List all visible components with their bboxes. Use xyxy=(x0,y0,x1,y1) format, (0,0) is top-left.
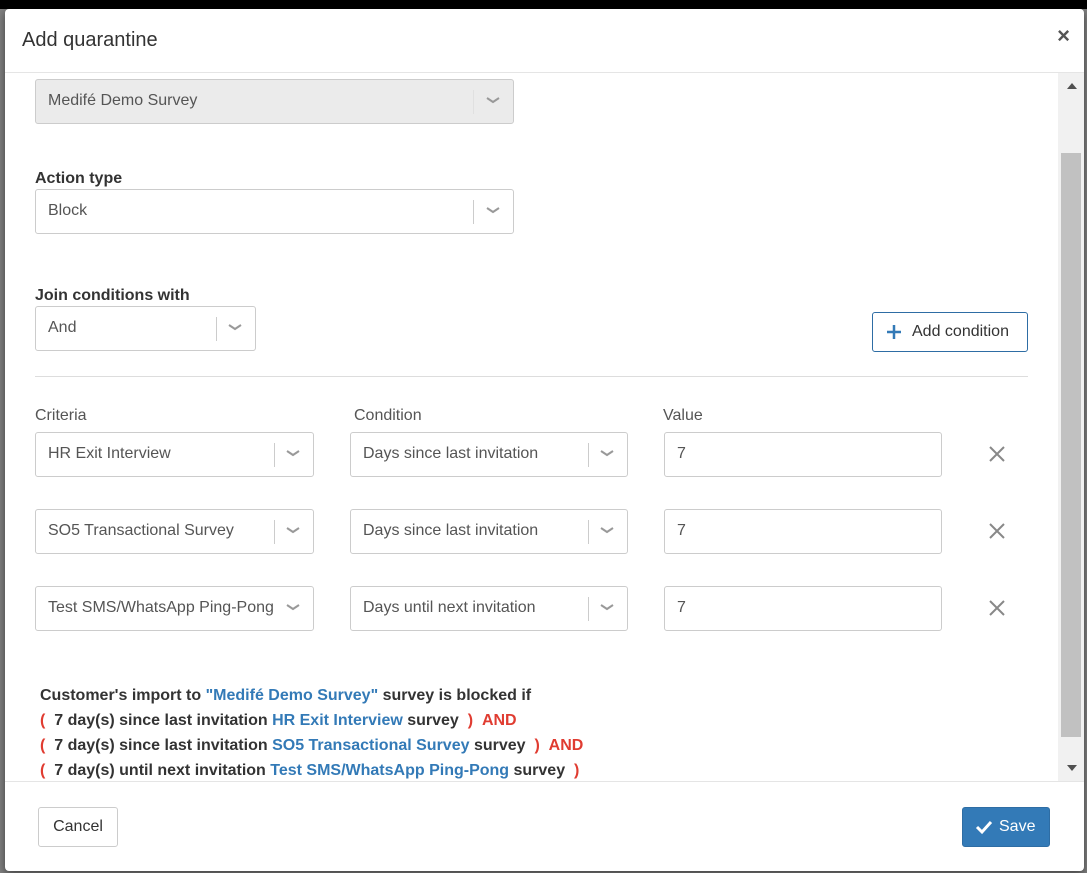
value-input-text: 7 xyxy=(677,599,686,616)
join-conditions-select[interactable]: And xyxy=(35,306,256,351)
select-separator xyxy=(588,443,589,467)
join-conditions-value: And xyxy=(48,319,77,336)
close-paren: ) xyxy=(534,737,540,754)
condition-select[interactable]: Days until next invitation xyxy=(350,586,628,631)
add-quarantine-modal: Add quarantine × Medifé Demo Survey Acti… xyxy=(5,9,1084,871)
plus-icon xyxy=(887,325,901,339)
action-type-select[interactable]: Block xyxy=(35,189,514,234)
summary-survey-name: "Medifé Demo Survey" xyxy=(205,687,379,704)
select-separator xyxy=(473,200,474,224)
close-button[interactable]: × xyxy=(1057,25,1070,47)
condition-survey: Test SMS/WhatsApp Ping-Pong xyxy=(270,762,510,779)
divider xyxy=(35,376,1028,377)
survey-select-value: Medifé Demo Survey xyxy=(48,92,198,109)
select-separator xyxy=(274,443,275,467)
criteria-select[interactable]: Test SMS/WhatsApp Ping-Pong xyxy=(35,586,314,631)
scroll-thumb[interactable] xyxy=(1061,153,1081,737)
top-bar xyxy=(0,0,1087,9)
join-operator: AND xyxy=(548,737,584,754)
value-input-text: 7 xyxy=(677,522,686,539)
condition-survey: HR Exit Interview xyxy=(272,712,403,729)
condition-survey: SO5 Transactional Survey xyxy=(272,737,470,754)
chevron-down-icon xyxy=(286,527,300,534)
open-paren: ( xyxy=(40,737,46,754)
remove-condition-close-icon[interactable] xyxy=(987,521,1007,541)
summary-condition-line: ( 7 day(s) until next invitation Test SM… xyxy=(40,762,579,780)
condition-text: 7 day(s) until next invitation xyxy=(49,762,271,779)
remove-condition-close-icon[interactable] xyxy=(987,598,1007,618)
close-paren: ) xyxy=(574,762,580,779)
scroll-down-arrow-icon[interactable] xyxy=(1067,765,1077,771)
modal-body: Medifé Demo Survey Action type Block Joi… xyxy=(5,73,1058,781)
remove-condition-close-icon[interactable] xyxy=(987,444,1007,464)
chevron-down-icon xyxy=(286,450,300,457)
column-header-value: Value xyxy=(663,407,703,424)
select-separator xyxy=(588,520,589,544)
open-paren: ( xyxy=(40,762,46,779)
summary-prefix: Customer's import to xyxy=(40,687,206,704)
summary-heading: Customer's import to "Medifé Demo Survey… xyxy=(40,687,531,705)
select-separator xyxy=(473,90,474,114)
save-button[interactable]: Save xyxy=(962,807,1050,847)
summary-condition-line: ( 7 day(s) since last invitation HR Exit… xyxy=(40,712,517,730)
condition-suffix: survey xyxy=(402,712,464,729)
column-header-criteria: Criteria xyxy=(35,407,87,424)
select-separator xyxy=(588,597,589,621)
join-conditions-label: Join conditions with xyxy=(35,287,190,304)
value-input[interactable]: 7 xyxy=(664,509,942,554)
chevron-down-icon xyxy=(486,97,500,104)
add-condition-button[interactable]: Add condition xyxy=(872,312,1028,352)
modal-header: Add quarantine × xyxy=(5,9,1084,73)
condition-select[interactable]: Days since last invitation xyxy=(350,432,628,477)
chevron-down-icon xyxy=(600,604,614,611)
open-paren: ( xyxy=(40,712,46,729)
chevron-down-icon xyxy=(600,527,614,534)
condition-value: Days since last invitation xyxy=(363,445,539,462)
condition-value: Days until next invitation xyxy=(363,599,536,616)
condition-select[interactable]: Days since last invitation xyxy=(350,509,628,554)
check-icon xyxy=(975,820,993,835)
save-label: Save xyxy=(999,818,1036,835)
scroll-up-arrow-icon[interactable] xyxy=(1067,83,1077,89)
condition-suffix: survey xyxy=(509,762,570,779)
value-input[interactable]: 7 xyxy=(664,432,942,477)
action-type-label: Action type xyxy=(35,170,123,187)
chevron-down-icon xyxy=(600,450,614,457)
select-separator xyxy=(274,520,275,544)
value-input-text: 7 xyxy=(677,445,686,462)
scrollbar[interactable] xyxy=(1058,73,1084,781)
criteria-select[interactable]: HR Exit Interview xyxy=(35,432,314,477)
add-condition-label: Add condition xyxy=(912,323,1009,340)
condition-text: 7 day(s) since last invitation xyxy=(49,712,273,729)
chevron-down-icon xyxy=(486,207,500,214)
column-header-condition: Condition xyxy=(354,407,422,424)
condition-text: 7 day(s) since last invitation xyxy=(49,737,273,754)
summary-suffix: survey is blocked if xyxy=(378,687,532,704)
criteria-value: HR Exit Interview xyxy=(48,445,171,462)
criteria-select[interactable]: SO5 Transactional Survey xyxy=(35,509,314,554)
close-paren: ) xyxy=(467,712,474,729)
criteria-value: Test SMS/WhatsApp Ping-Pong xyxy=(48,599,274,616)
select-separator xyxy=(216,317,217,341)
modal-footer: Cancel Save xyxy=(5,781,1084,871)
criteria-value: SO5 Transactional Survey xyxy=(48,522,234,539)
survey-select: Medifé Demo Survey xyxy=(35,79,514,124)
action-type-value: Block xyxy=(48,202,88,219)
chevron-down-icon xyxy=(286,604,300,611)
cancel-button[interactable]: Cancel xyxy=(38,807,118,847)
modal-title: Add quarantine xyxy=(22,29,158,51)
summary-condition-line: ( 7 day(s) since last invitation SO5 Tra… xyxy=(40,737,583,755)
condition-value: Days since last invitation xyxy=(363,522,539,539)
join-operator: AND xyxy=(481,712,517,729)
value-input[interactable]: 7 xyxy=(664,586,942,631)
chevron-down-icon xyxy=(228,324,242,331)
condition-suffix: survey xyxy=(469,737,530,754)
